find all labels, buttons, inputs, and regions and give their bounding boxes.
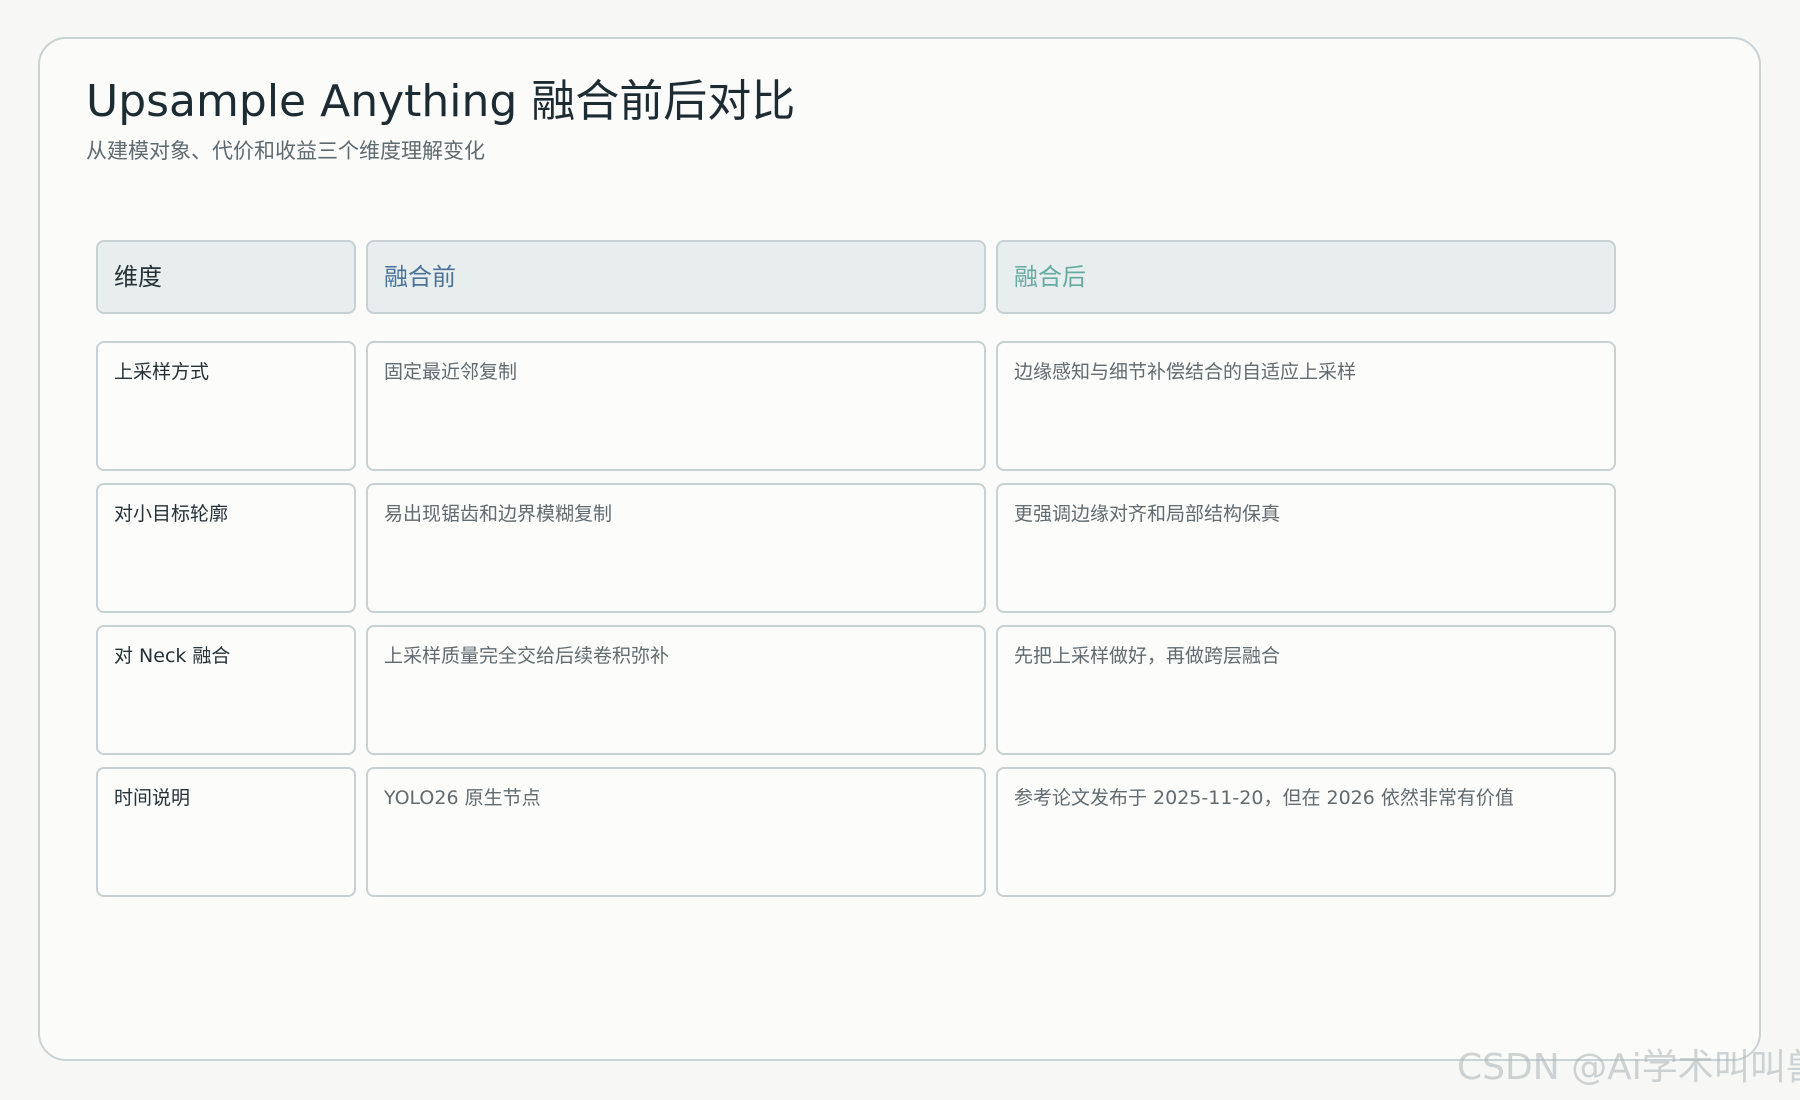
comparison-table: 维度 融合前 融合后 上采样方式 固定最近邻复制 边缘感知与细节补偿结合的自适应… bbox=[96, 240, 1618, 909]
page-title: Upsample Anything 融合前后对比 bbox=[86, 76, 796, 127]
table-row: 对小目标轮廓 易出现锯齿和边界模糊复制 更强调边缘对齐和局部结构保真 bbox=[96, 483, 1618, 613]
table-row: 上采样方式 固定最近邻复制 边缘感知与细节补偿结合的自适应上采样 bbox=[96, 341, 1618, 471]
after-cell: 边缘感知与细节补偿结合的自适应上采样 bbox=[996, 341, 1616, 471]
header-before: 融合前 bbox=[366, 240, 986, 314]
dimension-cell: 对 Neck 融合 bbox=[96, 625, 356, 755]
table-header-row: 维度 融合前 融合后 bbox=[96, 240, 1618, 314]
dimension-cell: 上采样方式 bbox=[96, 341, 356, 471]
before-cell: YOLO26 原生节点 bbox=[366, 767, 986, 897]
header-after: 融合后 bbox=[996, 240, 1616, 314]
dimension-cell: 对小目标轮廓 bbox=[96, 483, 356, 613]
page: Upsample Anything 融合前后对比 从建模对象、代价和收益三个维度… bbox=[0, 0, 1800, 1100]
page-subtitle: 从建模对象、代价和收益三个维度理解变化 bbox=[86, 139, 485, 163]
table-row: 对 Neck 融合 上采样质量完全交给后续卷积弥补 先把上采样做好，再做跨层融合 bbox=[96, 625, 1618, 755]
before-cell: 上采样质量完全交给后续卷积弥补 bbox=[366, 625, 986, 755]
dimension-cell: 时间说明 bbox=[96, 767, 356, 897]
table-row: 时间说明 YOLO26 原生节点 参考论文发布于 2025-11-20，但在 2… bbox=[96, 767, 1618, 897]
after-cell: 参考论文发布于 2025-11-20，但在 2026 依然非常有价值 bbox=[996, 767, 1616, 897]
csdn-watermark: CSDN @Ai学术叫叫兽 bbox=[1457, 1047, 1800, 1088]
before-cell: 固定最近邻复制 bbox=[366, 341, 986, 471]
after-cell: 先把上采样做好，再做跨层融合 bbox=[996, 625, 1616, 755]
header-dimension: 维度 bbox=[96, 240, 356, 314]
after-cell: 更强调边缘对齐和局部结构保真 bbox=[996, 483, 1616, 613]
before-cell: 易出现锯齿和边界模糊复制 bbox=[366, 483, 986, 613]
